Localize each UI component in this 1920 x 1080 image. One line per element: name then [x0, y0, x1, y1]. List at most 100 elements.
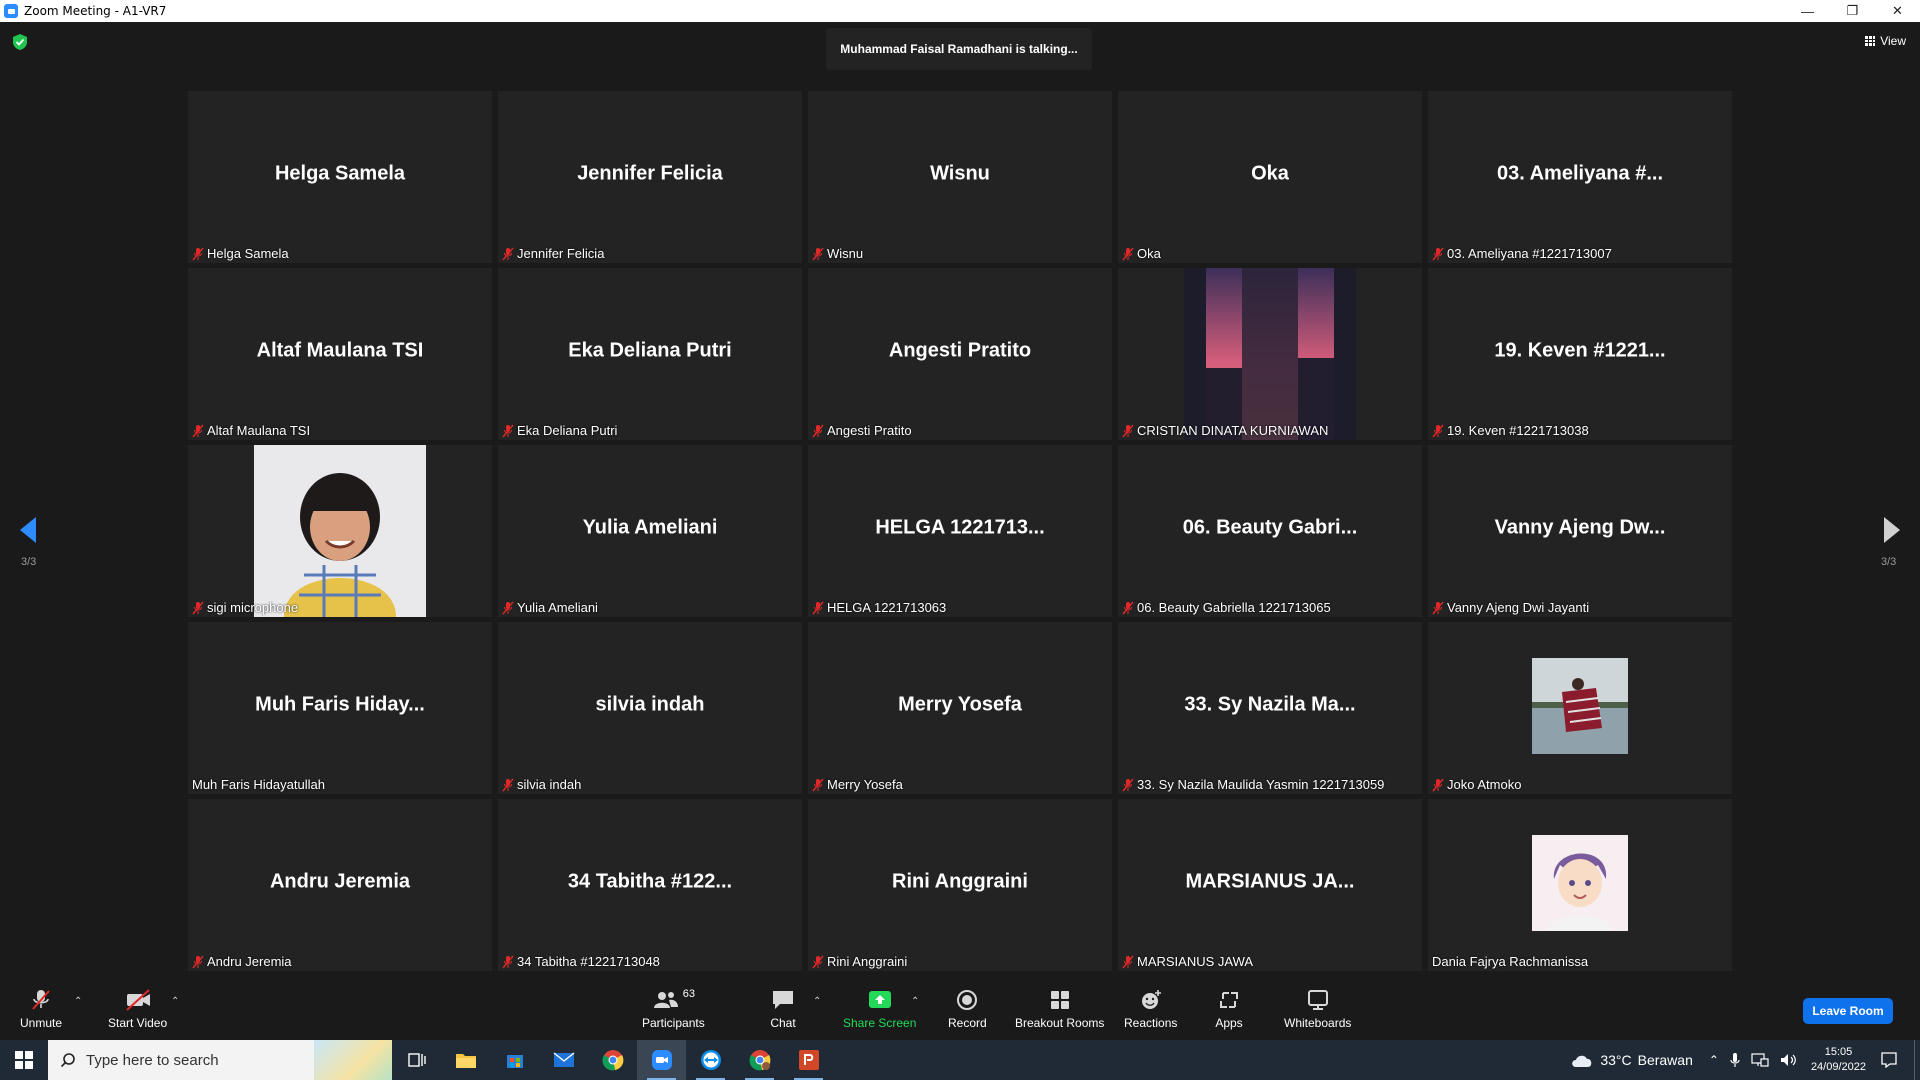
leave-room-button[interactable]: Leave Room — [1803, 998, 1893, 1024]
unmute-button[interactable]: Unmute — [20, 988, 62, 1030]
participant-tile[interactable]: Oka Oka — [1118, 91, 1422, 263]
microphone-muted-icon — [1432, 601, 1444, 614]
microphone-muted-icon — [812, 955, 824, 968]
clock-date: 24/09/2022 — [1810, 1061, 1866, 1073]
participant-tile[interactable]: 06. Beauty Gabri... 06. Beauty Gabriella … — [1118, 445, 1422, 617]
participant-tile[interactable]: 33. Sy Nazila Ma... 33. Sy Nazila Maulida… — [1118, 622, 1422, 794]
participant-tile[interactable]: Joko Atmoko — [1428, 622, 1732, 794]
participant-name: Wisnu — [827, 246, 864, 261]
share-screen-label: Share Screen — [843, 1016, 917, 1030]
participant-name-label: Oka — [1122, 246, 1161, 261]
participant-name-label: sigi microphone — [192, 600, 298, 615]
network-icon[interactable] — [1751, 1052, 1769, 1068]
participant-tile[interactable]: MARSIANUS JA... MARSIANUS JAWA — [1118, 799, 1422, 971]
volume-icon[interactable] — [1779, 1052, 1797, 1068]
zoom-taskbar-button[interactable] — [637, 1040, 686, 1080]
participant-tile[interactable]: Rini Anggraini Rini Anggraini — [808, 799, 1112, 971]
participants-button[interactable]: 63 Participants — [642, 988, 705, 1030]
teamviewer-taskbar-button[interactable] — [686, 1040, 735, 1080]
taskbar-search-box[interactable]: Type here to search — [48, 1040, 392, 1080]
chrome-profile-icon — [748, 1050, 770, 1071]
participant-display-name: MARSIANUS JA... — [1185, 870, 1355, 893]
participant-name: Oka — [1137, 246, 1161, 261]
chat-options-caret-icon[interactable]: ⌃ — [813, 996, 821, 1007]
participant-tile[interactable]: 19. Keven #1221... 19. Keven #1221713038 — [1428, 268, 1732, 440]
close-icon[interactable]: ✕ — [1875, 0, 1920, 22]
participant-name-label: Muh Faris Hidayatullah — [192, 777, 325, 792]
video-options-caret-icon[interactable]: ⌃ — [171, 996, 179, 1007]
breakout-rooms-button[interactable]: Breakout Rooms — [1015, 988, 1104, 1030]
task-view-button[interactable] — [392, 1040, 441, 1080]
restore-icon[interactable]: ❐ — [1830, 0, 1875, 22]
security-shield-icon[interactable] — [12, 33, 28, 51]
apps-button[interactable]: Apps — [1215, 988, 1243, 1030]
participant-tile[interactable]: 03. Ameliyana #... 03. Ameliyana #1221713… — [1428, 91, 1732, 263]
chrome-profile-taskbar-button[interactable] — [735, 1040, 784, 1080]
participant-tile[interactable]: Jennifer Felicia Jennifer Felicia — [498, 91, 802, 263]
view-button[interactable]: View — [1865, 34, 1906, 48]
participant-tile[interactable]: Dania Fajrya Rachmanissa — [1428, 799, 1732, 971]
minimize-icon[interactable]: — — [1785, 0, 1830, 22]
microphone-muted-icon — [1122, 778, 1134, 791]
participant-name: 03. Ameliyana #1221713007 — [1447, 246, 1612, 261]
start-video-button[interactable]: Start Video — [108, 988, 167, 1030]
chat-label: Chat — [770, 1016, 796, 1030]
participant-name: 33. Sy Nazila Maulida Yasmin 1221713059 — [1137, 777, 1385, 792]
participant-tile[interactable]: Altaf Maulana TSI Altaf Maulana TSI — [188, 268, 492, 440]
file-explorer-taskbar-button[interactable] — [441, 1040, 490, 1080]
windows-start-button[interactable] — [0, 1040, 48, 1080]
participant-tile[interactable]: Yulia Ameliani Yulia Ameliani — [498, 445, 802, 617]
whiteboards-label: Whiteboards — [1284, 1016, 1352, 1030]
apps-icon — [1220, 992, 1238, 1008]
mail-taskbar-button[interactable] — [539, 1040, 588, 1080]
chrome-taskbar-button[interactable] — [588, 1040, 637, 1080]
show-desktop-button[interactable] — [1914, 1040, 1920, 1080]
taskbar-clock[interactable]: 15:05 24/09/2022 — [1811, 1045, 1866, 1075]
participant-name-label: silvia indah — [502, 777, 581, 792]
previous-page-icon[interactable] — [16, 515, 42, 545]
participant-name-label: Rini Anggraini — [812, 954, 907, 969]
participant-display-name: Jennifer Felicia — [577, 162, 723, 185]
microphone-tray-icon[interactable] — [1729, 1052, 1741, 1068]
participant-name: Angesti Pratito — [827, 423, 912, 438]
participant-display-name: Oka — [1251, 162, 1289, 185]
notifications-icon[interactable] — [1880, 1051, 1898, 1069]
participant-photo — [254, 445, 426, 617]
participant-tile[interactable]: Angesti Pratito Angesti Pratito — [808, 268, 1112, 440]
powerpoint-taskbar-button[interactable] — [784, 1040, 833, 1080]
microphone-muted-icon — [812, 424, 824, 437]
participant-tile[interactable]: Wisnu Wisnu — [808, 91, 1112, 263]
participant-name: CRISTIAN DINATA KURNIAWAN — [1137, 423, 1329, 438]
show-hidden-icons-chevron-icon[interactable]: ⌃ — [1709, 1053, 1719, 1067]
participant-name: HELGA 1221713063 — [827, 600, 947, 615]
next-page-icon[interactable] — [1878, 515, 1904, 545]
weather-widget[interactable]: 33°C Berawan — [1570, 1052, 1693, 1068]
share-screen-button[interactable]: Share Screen — [843, 988, 916, 1030]
participant-tile[interactable]: Merry Yosefa Merry Yosefa — [808, 622, 1112, 794]
share-options-caret-icon[interactable]: ⌃ — [911, 996, 919, 1007]
participant-name-label: Joko Atmoko — [1432, 777, 1521, 792]
participant-tile[interactable]: Eka Deliana Putri Eka Deliana Putri — [498, 268, 802, 440]
participant-tile[interactable]: Vanny Ajeng Dw... Vanny Ajeng Dwi Jayanti — [1428, 445, 1732, 617]
participant-tile[interactable]: Andru Jeremia Andru Jeremia — [188, 799, 492, 971]
participant-tile[interactable]: CRISTIAN DINATA KURNIAWAN — [1118, 268, 1422, 440]
participant-display-name: Yulia Ameliani — [582, 516, 718, 539]
reactions-button[interactable]: Reactions — [1124, 988, 1177, 1030]
microsoft-store-taskbar-button[interactable] — [490, 1040, 539, 1080]
participant-tile[interactable]: HELGA 1221713... HELGA 1221713063 — [808, 445, 1112, 617]
search-icon — [60, 1053, 75, 1068]
participant-tile[interactable]: Muh Faris Hiday... Muh Faris Hidayatullah — [188, 622, 492, 794]
participant-name: Helga Samela — [207, 246, 289, 261]
system-tray: 33°C Berawan ⌃ 15:05 24/09/2022 — [1570, 1040, 1920, 1080]
chat-button[interactable]: Chat — [769, 988, 797, 1030]
participant-tile[interactable]: silvia indah silvia indah — [498, 622, 802, 794]
participant-name-label: Angesti Pratito — [812, 423, 912, 438]
participant-tile[interactable]: 34 Tabitha #122... 34 Tabitha #1221713048 — [498, 799, 802, 971]
record-button[interactable]: Record — [948, 988, 987, 1030]
whiteboards-button[interactable]: Whiteboards — [1284, 988, 1351, 1030]
participant-tile[interactable]: Helga Samela Helga Samela — [188, 91, 492, 263]
participant-name: Vanny Ajeng Dwi Jayanti — [1447, 600, 1590, 615]
audio-options-caret-icon[interactable]: ⌃ — [74, 996, 82, 1007]
microphone-muted-icon — [1122, 601, 1134, 614]
participant-tile[interactable]: sigi microphone — [188, 445, 492, 617]
